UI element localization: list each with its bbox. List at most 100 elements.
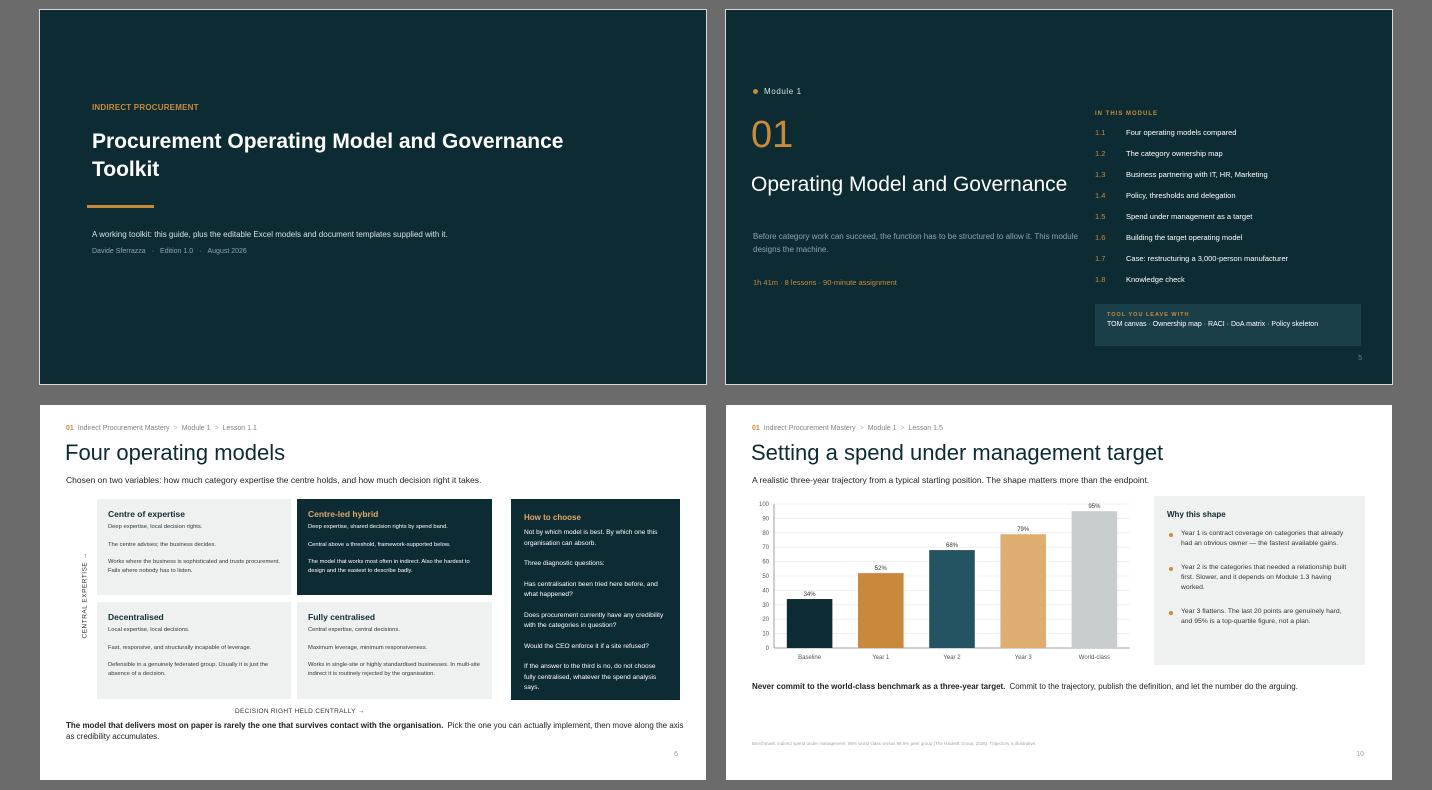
slide-module-intro[interactable]: Module 1 01 Operating Model and Governan… — [725, 9, 1393, 385]
takeaway-rest: Commit to the trajectory, publish the de… — [1009, 682, 1298, 691]
quadrant-decentralised: Decentralised Local expertise, local dec… — [97, 602, 291, 699]
bar — [929, 550, 975, 648]
module-stats: 1h 41m · 8 lessons · 90-minute assignmen… — [753, 278, 897, 287]
quadrant-line: Works in single-site or highly standardi… — [308, 662, 480, 677]
y-tick-label: 60 — [762, 560, 769, 566]
module-dot-icon — [753, 89, 758, 94]
lesson-label: Policy, thresholds and delegation — [1126, 191, 1236, 200]
lesson-number: 1.3 — [1095, 170, 1106, 179]
date: August 2026 — [207, 248, 247, 255]
lesson-label: The category ownership map — [1126, 149, 1223, 158]
lesson-number: 1.2 — [1095, 149, 1106, 158]
quadrant-title: Decentralised — [108, 612, 164, 622]
panel-paragraph: Has centralisation been tried here befor… — [524, 580, 658, 599]
page-number: 10 — [1356, 751, 1364, 758]
lesson-item[interactable]: 1.8 Knowledge check — [1095, 275, 1385, 296]
why-item: Year 3 flattens. The last 20 points are … — [1167, 607, 1352, 627]
slide-operating-models[interactable]: 01 Indirect Procurement Mastery > Module 1 >… — [40, 405, 706, 780]
y-tick-label: 50 — [762, 574, 769, 580]
panel-paragraph: Does procurement currently have any cred… — [524, 611, 664, 630]
quadrant-line: Fast, responsive, and structurally incap… — [108, 644, 252, 651]
panel-paragraph: Not by which model is best. By which one… — [524, 529, 658, 547]
y-tick-label: 30 — [762, 603, 769, 609]
panel-paragraph: Would the CEO enforce it if a site refus… — [524, 642, 649, 650]
tool-callout: TOOL YOU LEAVE WITH TOM canvas · Ownersh… — [1095, 304, 1361, 346]
quadrant-fully-centralised: Fully centralised Central expertise, cen… — [297, 602, 492, 699]
bar — [786, 599, 833, 648]
quadrant-line: The model that works most often in indir… — [308, 559, 470, 574]
module-number: 01 — [751, 114, 794, 156]
y-tick-label: 90 — [762, 516, 769, 522]
panel-title: How to choose — [524, 513, 581, 522]
slide-title[interactable]: INDIRECT PROCUREMENT Procurement Operati… — [39, 9, 707, 385]
bar — [858, 573, 904, 648]
y-tick-label: 20 — [762, 617, 769, 623]
takeaway-bold: Never commit to the world-class benchmar… — [752, 682, 1006, 691]
lesson-item[interactable]: 1.3 Business partnering with IT, HR, Mark… — [1095, 170, 1385, 191]
lesson-item[interactable]: 1.1 Four operating models compared — [1095, 128, 1385, 149]
bullet-icon — [1169, 567, 1173, 571]
tool-text: TOM canvas · Ownership map · RACI · DoA … — [1107, 321, 1319, 328]
page-number: 5 — [1358, 355, 1362, 362]
module-description: Before category work can succeed, the fu… — [753, 232, 1078, 254]
lesson-list: 1.1 Four operating models compared 1.2 The… — [1095, 128, 1385, 296]
subtitle: A working toolkit: this guide, plus the … — [92, 230, 448, 239]
breadcrumb-lesson: Lesson 1.1 — [222, 425, 257, 432]
x-tick-label: Year 1 — [872, 655, 890, 661]
data-label: 34% — [804, 592, 817, 598]
quadrant-title: Fully centralised — [308, 612, 376, 622]
module-label: Module 1 — [764, 87, 802, 96]
quadrant-line: Deep expertise, shared decision rights b… — [308, 524, 448, 530]
source-note: Benchmark: indirect spend under manageme… — [752, 741, 1037, 746]
page-number: 6 — [674, 751, 678, 758]
x-tick-label: World-class — [1079, 655, 1110, 661]
data-label: 52% — [875, 566, 888, 572]
bullet-icon — [1169, 611, 1173, 615]
lesson-label: Four operating models compared — [1126, 128, 1237, 137]
y-tick-label: 0 — [766, 646, 770, 652]
sum-trajectory-chart: 0 10 20 30 40 50 60 70 80 90 100 34% Baseline 52% Year… — [759, 502, 1130, 661]
quadrant-line: Central expertise, central decisions. — [308, 627, 400, 633]
takeaway-bold: The model that delivers most on paper is… — [66, 721, 444, 730]
lesson-item[interactable]: 1.4 Policy, thresholds and delegation — [1095, 191, 1385, 212]
quadrant-line: Works where the business is sophisticate… — [108, 559, 280, 574]
breadcrumb-number: 01 — [66, 425, 74, 432]
breadcrumb-number: 01 — [752, 425, 760, 432]
lesson-item[interactable]: 1.5 Spend under management as a target — [1095, 212, 1385, 233]
y-tick-label: 70 — [762, 545, 769, 551]
data-label: 95% — [1088, 504, 1101, 510]
slide-sum-target[interactable]: 01 Indirect Procurement Mastery > Module 1 >… — [726, 405, 1392, 780]
why-text: Year 3 flattens. The last 20 points are … — [1181, 608, 1342, 625]
eyebrow: INDIRECT PROCUREMENT — [92, 103, 199, 112]
lesson-item[interactable]: 1.2 The category ownership map — [1095, 149, 1385, 170]
data-label: 68% — [946, 543, 959, 549]
tool-label: TOOL YOU LEAVE WITH — [1107, 312, 1190, 318]
bar — [1071, 511, 1118, 648]
breadcrumb-lesson: Lesson 1.5 — [908, 425, 943, 432]
lesson-number: 1.5 — [1095, 212, 1106, 221]
lesson-item[interactable]: 1.7 Case: restructuring a 3,000-person ma… — [1095, 254, 1385, 275]
lesson-number: 1.6 — [1095, 233, 1106, 242]
lesson-number: 1.8 — [1095, 275, 1106, 284]
quadrant-line: Maximum leverage, minimum responsiveness… — [308, 644, 428, 651]
takeaway: Never commit to the world-class benchmar… — [752, 682, 1298, 691]
quadrant-title: Centre of expertise — [108, 509, 185, 519]
lede: A realistic three-year trajectory from a… — [752, 475, 1150, 485]
lesson-item[interactable]: 1.6 Building the target operating model — [1095, 233, 1385, 254]
lesson-label: Building the target operating model — [1126, 233, 1243, 242]
quadrant-line: Central above a threshold, framework-sup… — [308, 541, 451, 548]
x-tick-label: Year 2 — [943, 655, 961, 661]
breadcrumb-course: Indirect Procurement Mastery — [77, 425, 170, 432]
accent-rule — [87, 205, 154, 208]
x-tick-label: Year 3 — [1015, 655, 1033, 661]
lesson-number: 1.1 — [1095, 128, 1106, 137]
page-title: Four operating models — [65, 440, 286, 465]
panel-title: Why this shape — [1167, 510, 1226, 519]
lesson-label: Knowledge check — [1126, 275, 1185, 284]
why-this-shape-panel: Why this shape Year 1 is contract covera… — [1154, 496, 1365, 665]
document-title: Procurement Operating Model and Governan… — [92, 130, 564, 181]
edition: Edition 1.0 — [160, 248, 194, 255]
why-item: Year 2 is the categories that needed a r… — [1167, 563, 1352, 593]
lesson-label: Spend under management as a target — [1126, 212, 1253, 221]
bullet-icon — [1169, 533, 1173, 537]
